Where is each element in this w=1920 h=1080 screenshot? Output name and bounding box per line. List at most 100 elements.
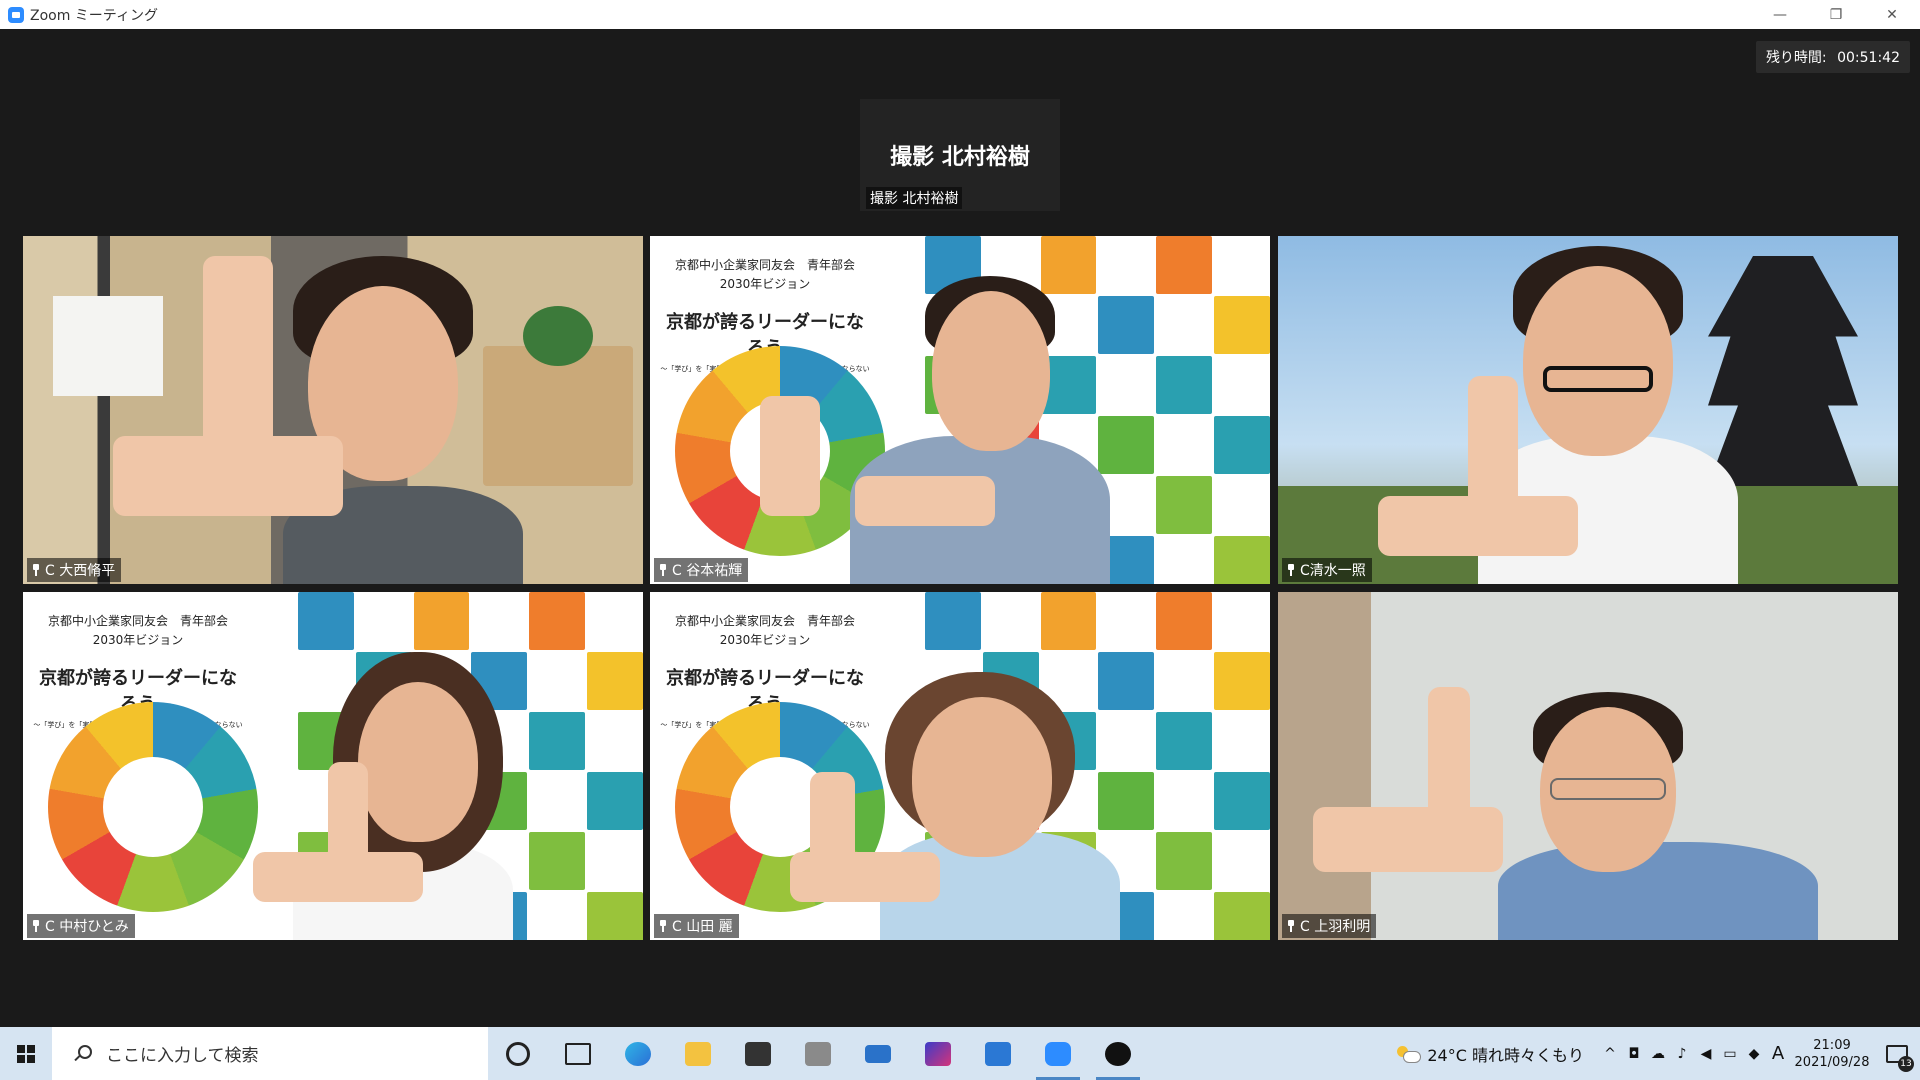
app-icon [805,1041,831,1066]
video-tile[interactable]: C 大西脩平 [23,236,643,584]
vision-wheel-center [103,757,203,857]
app-button[interactable] [788,1027,848,1080]
remaining-time-badge: 残り時間: 00:51:42 [1755,41,1910,73]
pin-icon [658,920,668,932]
search-icon [74,1044,92,1063]
microphone-icon[interactable]: ♪ [1670,1027,1694,1080]
calendar-icon [985,1041,1011,1066]
plant [523,306,593,366]
windows-logo-icon [17,1044,35,1063]
dropbox-icon[interactable]: ◆ [1742,1027,1766,1080]
app-icon [925,1041,951,1066]
battery-icon[interactable]: ▭ [1718,1027,1742,1080]
participant-name: C 山田 麗 [672,919,733,935]
title-bar: Zoom ミーティング — ❐ ✕ [0,0,1920,29]
cortana-button[interactable] [488,1027,548,1080]
participant-name: C清水一照 [1300,563,1366,579]
weather-widget[interactable]: 24°C 晴れ時々くもり [1397,1042,1584,1066]
timer-value: 00:51:42 [1837,50,1900,66]
participant-nameplate: C 大西脩平 [27,558,122,582]
hand-gesture [790,852,940,902]
participant-nameplate: C 山田 麗 [654,914,739,938]
participant-nameplate: C 谷本祐輝 [654,558,749,582]
mail-button[interactable] [848,1027,908,1080]
pin-icon [1286,564,1296,576]
window-title: Zoom ミーティング [30,7,158,24]
participant-nameplate: C 上羽利明 [1282,914,1377,938]
task-view-button[interactable] [548,1027,608,1080]
notification-count: 13 [1898,1056,1914,1072]
pin-icon [31,564,41,576]
hand-gesture [760,396,820,516]
app-button[interactable] [1088,1027,1148,1080]
video-tile[interactable]: 京都中小企業家同友会 青年部会 2030年ビジョン 京都が誇るリーダーになろう … [650,236,1270,584]
close-button[interactable]: ✕ [1864,0,1920,29]
hand-gesture [855,476,995,526]
participant-name: C 谷本祐輝 [672,563,743,579]
edge-button[interactable] [608,1027,668,1080]
vision-sub: 2030年ビジョン [719,633,811,647]
video-tile[interactable]: C 上羽利明 [1278,592,1898,940]
volume-icon[interactable]: ◀ [1694,1027,1718,1080]
video-tile[interactable]: 京都中小企業家同友会 青年部会 2030年ビジョン 京都が誇るリーダーになろう … [23,592,643,940]
person-head [358,682,478,842]
clock[interactable]: 21:09 2021/09/28 [1790,1037,1874,1071]
edge-icon [625,1041,651,1066]
pin-icon [658,564,668,576]
zoom-icon [1045,1041,1071,1066]
vision-sub: 2030年ビジョン [92,633,184,647]
start-button[interactable] [0,1027,52,1080]
restore-button[interactable]: ❐ [1808,0,1864,29]
clock-date: 2021/09/28 [1794,1054,1870,1070]
mail-icon [865,1044,891,1063]
video-tile[interactable]: C清水一照 [1278,236,1898,584]
vision-org: 京都中小企業家同友会 青年部会 [47,614,228,628]
minimize-button[interactable]: — [1752,0,1808,29]
pin-icon [31,920,41,932]
participant-nameplate: C清水一照 [1282,558,1372,582]
notification-center-button[interactable]: 13 [1874,1027,1920,1080]
store-icon [745,1041,771,1066]
zoom-app-icon [8,6,24,23]
store-button[interactable] [728,1027,788,1080]
clock-time: 21:09 [1813,1037,1851,1053]
hand-gesture [1313,807,1503,872]
person-head [912,697,1052,857]
person-head [1523,266,1673,456]
weather-text: 24°C 晴れ時々くもり [1427,1045,1584,1065]
ime-indicator[interactable]: A [1766,1027,1790,1080]
vision-org: 京都中小企業家同友会 青年部会 [674,614,855,628]
hand-gesture [113,436,343,516]
timer-label: 残り時間: [1765,50,1827,66]
cortana-icon [506,1041,530,1066]
chevron-up-icon[interactable]: ^ [1598,1027,1622,1080]
weather-icon [1397,1045,1422,1063]
taskbar-search[interactable]: ここに入力して検索 [52,1027,488,1080]
video-tile[interactable]: 京都中小企業家同友会 青年部会 2030年ビジョン 京都が誇るリーダーになろう … [650,592,1270,940]
participant-name: C 大西脩平 [45,563,116,579]
glasses [1550,778,1666,800]
pin-icon [1286,920,1296,932]
app-button[interactable] [908,1027,968,1080]
hand-gesture [1468,376,1518,516]
glasses [1543,366,1653,392]
zoom-button[interactable] [1028,1027,1088,1080]
participant-nameplate: C 中村ひとみ [27,914,135,938]
vision-sub: 2030年ビジョン [719,277,811,291]
hand-gesture [253,852,423,902]
shelf-panel [53,296,163,396]
system-tray: 24°C 晴れ時々くもり ^ ◘ ☁ ♪ ◀ ▭ ◆ A 21:09 2021/… [1397,1027,1920,1080]
person-head [932,291,1050,451]
file-explorer-button[interactable] [668,1027,728,1080]
network-icon[interactable]: ☁ [1646,1027,1670,1080]
active-speaker-name: 撮影 北村裕樹 [866,187,963,209]
active-speaker-tile[interactable]: 撮影 北村裕樹 撮影 北村裕樹 [860,99,1060,211]
taskbar: ここに入力して検索 24°C 晴れ時々くもり ^ ◘ ☁ ♪ ◀ ▭ ◆ A 2… [0,1027,1920,1080]
drawer-cabinet [483,346,633,486]
camera-icon[interactable]: ◘ [1622,1027,1646,1080]
task-view-icon [565,1042,591,1065]
calendar-button[interactable] [968,1027,1028,1080]
app-icon [1105,1041,1131,1066]
vision-org: 京都中小企業家同友会 青年部会 [674,258,855,272]
person-body [1498,842,1818,940]
